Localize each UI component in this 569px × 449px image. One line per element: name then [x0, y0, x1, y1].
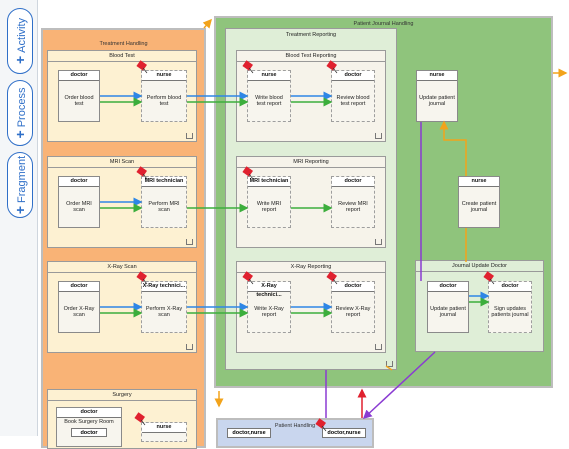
flow-purple: [362, 351, 436, 420]
pin-icon: [136, 271, 148, 285]
pin-icon: [483, 271, 495, 285]
flow-orange: [385, 365, 393, 371]
pin-icon: [326, 271, 338, 285]
pin-icon: [242, 60, 254, 74]
pin-icon: [242, 271, 254, 285]
pin-icon: [315, 418, 327, 432]
pin-icon: [136, 60, 148, 74]
pin-icon: [326, 60, 338, 74]
flow-orange: [202, 18, 212, 29]
pin-icon: [134, 412, 146, 426]
flow-overlay: [100, 18, 568, 432]
pin-icon: [242, 166, 254, 180]
pin-icon: [136, 166, 148, 180]
flow-orange: [439, 120, 467, 176]
